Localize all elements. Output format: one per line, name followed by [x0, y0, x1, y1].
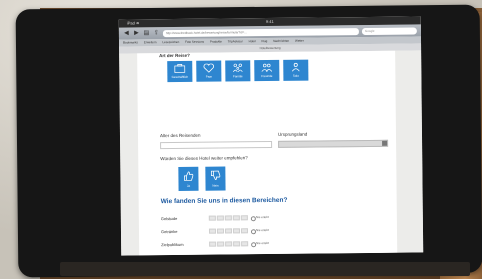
star-icon[interactable] — [225, 241, 233, 247]
never-experienced-label: Nie erlebt — [256, 241, 269, 246]
never-experienced-label: Nie erlebt — [255, 215, 269, 220]
rating-row-label: Zielpublikum — [161, 241, 184, 248]
bookmark-item[interactable]: Hotel — [249, 39, 256, 43]
star-icon[interactable] — [240, 228, 249, 234]
family-icon — [233, 63, 243, 73]
rating-stars[interactable] — [208, 215, 248, 221]
back-icon[interactable]: ◀ — [123, 30, 130, 36]
chevron-down-icon — [382, 140, 388, 146]
trip-type-label-text: Geschäftlich — [171, 74, 189, 80]
trip-type-label-text: Paar — [205, 74, 213, 79]
page-content: Art der Reise? Geschäftlich Paar Familie… — [119, 50, 424, 256]
form-panel: Art der Reise? Geschäftlich Paar Familie… — [137, 50, 398, 256]
star-icon[interactable] — [216, 228, 225, 234]
trip-type-friends[interactable]: Freunde — [254, 59, 280, 82]
bookmark-item[interactable]: Wetter — [295, 39, 304, 43]
recommend-no-label: Nein — [212, 183, 219, 188]
star-icon[interactable] — [217, 241, 225, 247]
trip-type-label-text: Solo — [292, 73, 299, 78]
star-icon[interactable] — [232, 215, 240, 221]
trip-type-couple[interactable]: Paar — [196, 60, 222, 82]
bookmark-item[interactable]: Flug — [261, 39, 267, 43]
address-bar[interactable]: http://www.feedback-hotel.de/bewertung/r… — [162, 27, 359, 37]
star-icon[interactable] — [224, 228, 233, 234]
areas-heading: Wie fanden Sie uns in diesen Bereichen? — [160, 196, 288, 206]
trip-type-solo[interactable]: Solo — [283, 59, 309, 81]
thumbs-up-icon — [184, 171, 194, 181]
recommend-yes-button[interactable]: Ja — [178, 166, 199, 191]
trip-type-business[interactable]: Geschäftlich — [167, 60, 193, 83]
trip-type-label-text: Familie — [233, 74, 243, 79]
origin-select[interactable] — [278, 139, 389, 148]
bookmark-item[interactable]: Foto Sessions — [185, 40, 204, 44]
forward-icon[interactable]: ▶ — [133, 30, 140, 36]
star-icon[interactable] — [208, 228, 217, 234]
tablet-screen: iPad ≋ 9:41 ◀ ▶ ▤ ⇪ http://www.feedback-… — [118, 16, 424, 256]
bookmark-item[interactable]: Erweitern — [144, 40, 157, 44]
bookmark-item[interactable]: Lesezeichen — [162, 40, 179, 44]
bookmark-item[interactable]: Produkte — [210, 40, 222, 44]
bookmark-item[interactable]: Bookmarks — [123, 40, 138, 44]
thumbs-down-icon — [210, 170, 221, 180]
star-icon[interactable] — [216, 215, 224, 221]
star-icon[interactable] — [224, 215, 232, 221]
search-field[interactable]: Google — [361, 26, 417, 35]
rating-stars[interactable] — [208, 228, 249, 234]
friends-icon — [261, 63, 273, 72]
bookmark-item[interactable]: Nachrichten — [273, 39, 289, 43]
star-icon[interactable] — [241, 241, 249, 247]
rating-row-label: Getränke — [160, 228, 178, 235]
trip-type-label: Art der Reise? — [159, 52, 190, 59]
star-icon[interactable] — [240, 215, 248, 221]
star-icon[interactable] — [232, 228, 241, 234]
trip-type-family[interactable]: Familie — [225, 60, 251, 82]
origin-label: Ursprungsland — [277, 131, 308, 137]
recommend-no-button[interactable]: Nein — [205, 166, 226, 191]
recommend-label: Würden Sie dieses Hotel weiter empfehlen… — [160, 155, 248, 162]
star-icon[interactable] — [233, 241, 241, 247]
trip-type-label-text: Freunde — [261, 73, 273, 79]
rating-stars[interactable] — [209, 241, 249, 247]
star-icon[interactable] — [208, 215, 216, 221]
tablet-cover — [60, 262, 470, 276]
age-label: Alter des Reisenden — [159, 132, 201, 139]
person-icon — [291, 62, 300, 72]
heart-icon — [203, 63, 214, 73]
rating-row-label: Gebäude — [160, 215, 178, 222]
share-icon[interactable]: ⇪ — [153, 30, 160, 36]
bookmarks-icon[interactable]: ▤ — [143, 30, 150, 36]
recommend-yes-label: Ja — [186, 183, 191, 188]
bookmark-item[interactable]: TripAdvisor — [228, 39, 243, 43]
star-icon[interactable] — [209, 241, 217, 247]
age-input[interactable] — [160, 140, 273, 150]
never-experienced-label: Nie erlebt — [255, 228, 269, 233]
briefcase-icon — [174, 64, 186, 73]
